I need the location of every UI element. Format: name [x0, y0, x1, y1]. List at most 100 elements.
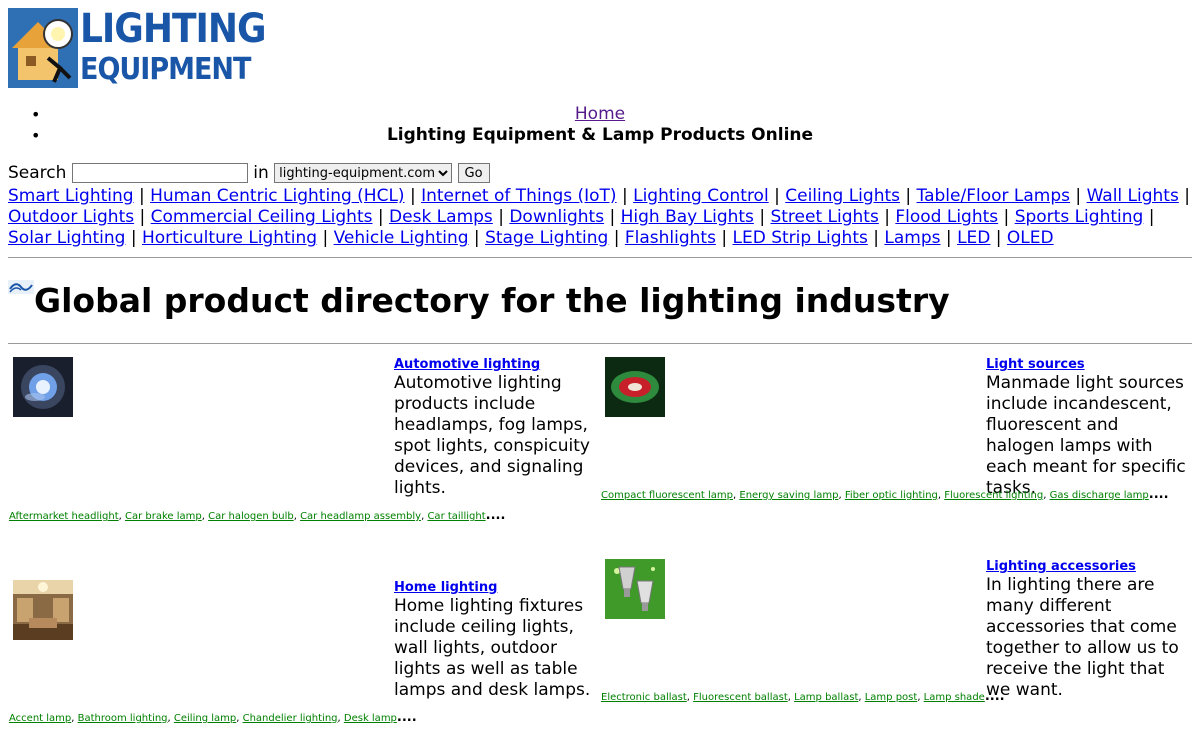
category-separator: | [990, 228, 1007, 248]
category-separator: | [1070, 186, 1087, 206]
category-title-link[interactable]: Automotive lighting [394, 357, 540, 373]
logo-text-equipment: EQUIPMENT [80, 52, 251, 87]
category-link[interactable]: Downlights [509, 207, 604, 227]
category-link[interactable]: Internet of Things (IoT) [421, 186, 616, 206]
search-go-button[interactable]: Go [457, 163, 490, 183]
tag-link[interactable]: Fiber optic lighting [845, 490, 938, 501]
category-link[interactable]: Commercial Ceiling Lights [151, 207, 373, 227]
divider [8, 343, 1192, 344]
tag-link[interactable]: Car headlamp assembly [300, 511, 421, 522]
category-separator: | [1143, 207, 1155, 227]
category-link[interactable]: LED [957, 228, 990, 248]
category-separator: | [867, 228, 885, 248]
category-separator: | [753, 207, 771, 227]
category-separator: | [940, 228, 958, 248]
tag-link[interactable]: Car halogen bulb [208, 511, 294, 522]
category-separator: | [492, 207, 510, 227]
category-separator: | [1178, 186, 1190, 206]
tag-link[interactable]: Lamp post [865, 692, 918, 703]
category-link[interactable]: Flashlights [625, 228, 716, 248]
search-label: Search [8, 163, 67, 183]
search-in-label: in [253, 163, 269, 183]
category-title-link[interactable]: Lighting accessories [986, 559, 1136, 575]
category-separator: | [878, 207, 896, 227]
tag-link[interactable]: Lamp ballast [794, 692, 858, 703]
interior-thumbnail[interactable] [13, 580, 73, 640]
category-separator: | [616, 186, 634, 206]
category-links: Smart Lighting | Human Centric Lighting … [8, 186, 1192, 249]
category-link[interactable]: Lighting Control [633, 186, 769, 206]
category-separator: | [998, 207, 1015, 227]
category-link[interactable]: Street Lights [770, 207, 878, 227]
category-link[interactable]: Ceiling Lights [785, 186, 900, 206]
tag-link[interactable]: Compact fluorescent lamp [601, 490, 733, 501]
category-tags: Accent lamp, Bathroom lighting, Ceiling … [9, 711, 417, 726]
tag-link[interactable]: Aftermarket headlight [9, 511, 119, 522]
category-link[interactable]: Table/Floor Lamps [917, 186, 1070, 206]
category-description: Home lighting fixtures include ceiling l… [394, 596, 591, 700]
tag-link[interactable]: Accent lamp [9, 713, 71, 724]
wave-logo-icon [8, 280, 34, 294]
tag-link[interactable]: Car brake lamp [125, 511, 202, 522]
category-tags: Compact fluorescent lamp, Energy saving … [601, 488, 1169, 503]
search-input[interactable] [71, 163, 248, 183]
category-link[interactable]: LED Strip Lights [733, 228, 868, 248]
category-description: Manmade light sources include incandesce… [986, 373, 1186, 498]
tags-more: .... [485, 508, 506, 523]
site-logo[interactable]: LIGHTING EQUIPMENT [8, 6, 267, 88]
category-separator: | [134, 207, 151, 227]
category-link[interactable]: Vehicle Lighting [334, 228, 469, 248]
category-description: In lighting there are many different acc… [986, 575, 1179, 700]
category-link[interactable]: Wall Lights [1087, 186, 1179, 206]
house-bulb-logo-icon [8, 8, 78, 88]
category-separator: | [404, 186, 422, 206]
tag-link[interactable]: Desk lamp [344, 713, 397, 724]
headlamp-thumbnail[interactable] [13, 357, 73, 417]
category-link[interactable]: Sports Lighting [1015, 207, 1144, 227]
category-tags: Aftermarket headlight, Car brake lamp, C… [9, 509, 505, 524]
category-separator: | [125, 228, 142, 248]
tag-link[interactable]: Ceiling lamp [174, 713, 236, 724]
category-link[interactable]: Flood Lights [895, 207, 998, 227]
category-title-link[interactable]: Light sources [986, 357, 1085, 373]
category-link[interactable]: Outdoor Lights [8, 207, 134, 227]
category-separator: | [372, 207, 390, 227]
tags-more: .... [984, 689, 1005, 704]
top-nav-item-tagline: Lighting Equipment & Lamp Products Onlin… [0, 125, 1200, 146]
category-link[interactable]: Human Centric Lighting (HCL) [150, 186, 404, 206]
tag-link[interactable]: Lamp shade [924, 692, 985, 703]
category-link[interactable]: High Bay Lights [621, 207, 754, 227]
category-link[interactable]: Desk Lamps [389, 207, 493, 227]
tag-link[interactable]: Electronic ballast [601, 692, 687, 703]
category-separator: | [608, 228, 625, 248]
category-separator: | [899, 186, 917, 206]
top-nav-item-home: Home [0, 104, 1200, 125]
tag-link[interactable]: Fluorescent lighting [944, 490, 1043, 501]
search-domain-select[interactable]: lighting-equipment.com [274, 163, 453, 183]
category-description: Automotive lighting products include hea… [394, 373, 590, 498]
category-link[interactable]: Smart Lighting [8, 186, 134, 206]
page-title: Global product directory for the lightin… [34, 281, 950, 320]
category-separator: | [317, 228, 334, 248]
tag-link[interactable]: Energy saving lamp [739, 490, 838, 501]
category-link[interactable]: Lamps [884, 228, 940, 248]
site-tagline: Lighting Equipment & Lamp Products Onlin… [386, 125, 814, 145]
tag-link[interactable]: Fluorescent ballast [693, 692, 788, 703]
home-link[interactable]: Home [575, 104, 625, 124]
tags-more: .... [1148, 487, 1169, 502]
tag-link[interactable]: Car taillight [427, 511, 485, 522]
category-separator: | [604, 207, 621, 227]
spotlights-thumbnail[interactable] [605, 559, 665, 619]
category-link[interactable]: Stage Lighting [485, 228, 608, 248]
divider [8, 257, 1192, 258]
tag-link[interactable]: Bathroom lighting [78, 713, 168, 724]
tag-link[interactable]: Chandelier lighting [243, 713, 338, 724]
logo-text-lighting: LIGHTING [80, 6, 267, 52]
category-title-link[interactable]: Home lighting [394, 580, 497, 596]
category-link[interactable]: Solar Lighting [8, 228, 125, 248]
light-swirl-thumbnail[interactable] [605, 357, 665, 417]
category-link[interactable]: OLED [1007, 228, 1054, 248]
category-link[interactable]: Horticulture Lighting [142, 228, 317, 248]
category-tags: Electronic ballast, Fluorescent ballast,… [601, 690, 1005, 705]
tag-link[interactable]: Gas discharge lamp [1050, 490, 1149, 501]
